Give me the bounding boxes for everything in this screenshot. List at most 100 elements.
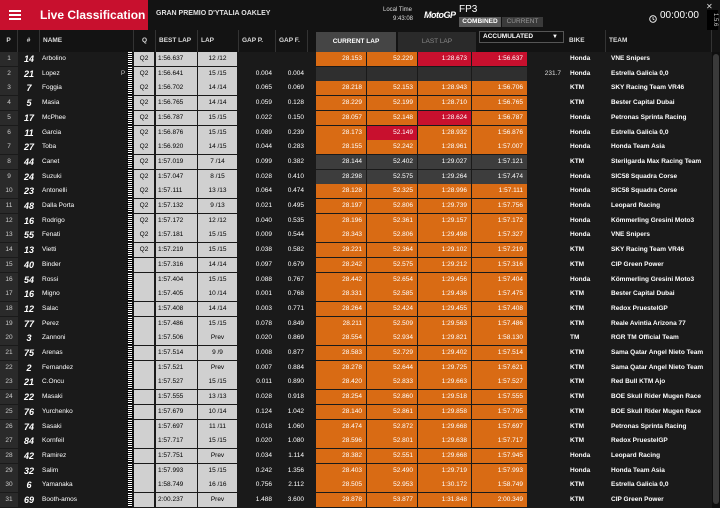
table-row[interactable]: 1 14 Arbolino Q2 1:56.637 12 /12 28.153 52.229 1…	[0, 52, 712, 67]
table-row[interactable]: 27 84 Kornfeil 1:57.717 15 /15 0.020 1.080 28.5…	[0, 434, 712, 450]
col-name[interactable]: NAME	[40, 30, 134, 52]
table-row[interactable]: 28 42 Ramirez 1:57.751 Prev 0.034 1.114 28.382 5…	[0, 448, 712, 464]
sector-2-cell: 52.242	[367, 140, 417, 155]
combined-toggle[interactable]: COMBINED	[459, 17, 501, 27]
table-row[interactable]: 19 77 Perez 1:57.486 15 /15 0.078 0.849 28.211 5…	[0, 316, 712, 332]
tab-last-lap[interactable]: LAST LAP	[398, 32, 476, 52]
status-dots-icon	[128, 199, 132, 213]
scrollbar-thumb[interactable]	[713, 54, 719, 504]
table-row[interactable]: 12 16 Rodrigo Q2 1:57.172 12 /12 0.040 0.535 28.…	[0, 213, 712, 229]
table-row[interactable]: 15 40 Binder 1:57.316 14 /14 0.097 0.679 28.242…	[0, 257, 712, 273]
sector-3-cell: 1:29.725	[418, 360, 471, 375]
gap-prev-cell: 0.008	[255, 349, 272, 356]
col-best-lap[interactable]: BEST LAP	[156, 30, 198, 52]
sector-2-cell: 52.872	[367, 419, 417, 434]
status-dots-icon	[128, 493, 132, 507]
qualifying-cell: Q2	[134, 140, 154, 155]
status-dots-icon	[128, 213, 132, 228]
sector-2-cell: 52.149	[367, 125, 417, 140]
status-dots-icon	[128, 125, 132, 140]
table-row[interactable]: 25 76 Yurchenko 1:57.679 10 /14 0.124 1.042 28.…	[0, 404, 712, 420]
accumulated-select[interactable]: ACCUMULATED ▼	[479, 31, 564, 43]
pit-flag: P	[120, 69, 126, 77]
table-row[interactable]: 18 12 Salac 1:57.408 14 /14 0.003 0.771 28.264 5…	[0, 301, 712, 317]
team-cell: SKY Racing Team VR46	[611, 246, 685, 254]
rider-number: 27	[23, 142, 34, 153]
table-row[interactable]: 3 7 Foggia Q2 1:56.702 14 /14 0.065 0.069 28.218…	[0, 81, 712, 97]
sector-1-cell: 28.128	[316, 184, 366, 199]
menu-icon[interactable]	[0, 0, 29, 30]
table-row[interactable]: 20 3 Zannoni 1:57.506 Prev 0.020 0.869 28.554 52…	[0, 331, 712, 347]
table-row[interactable]: 6 11 Garcia Q2 1:56.876 15 /15 0.089 0.239 28.17…	[0, 125, 712, 141]
speed-cell	[528, 375, 564, 389]
team-cell: VNE Snipers	[611, 55, 651, 62]
table-row[interactable]: 30 6 Yamanaka 1:58.749 16 /16 0.756 2.112 28.50…	[0, 478, 712, 494]
status-dots-icon	[128, 257, 132, 272]
sector-3-cell: 1:29.498	[418, 228, 471, 243]
best-lap-cell: 1:57.404	[156, 272, 197, 287]
team-cell: CIP Green Power	[611, 260, 664, 268]
col-bike[interactable]: BIKE	[566, 30, 606, 52]
table-row[interactable]: 4 5 Masia Q2 1:56.765 14 /14 0.059 0.128 28.229 5…	[0, 96, 712, 112]
col-team[interactable]: TEAM	[606, 30, 712, 52]
table-row[interactable]: 10 23 Antonelli Q2 1:57.111 13 /13 0.064 0.474 2…	[0, 184, 712, 200]
table-row[interactable]: 29 32 Salim 1:57.993 15 /15 0.242 1.356 28.403 5…	[0, 463, 712, 479]
tab-current-lap[interactable]: CURRENT LAP	[316, 32, 396, 52]
lap-cell: 15 /15	[198, 375, 237, 390]
table-row[interactable]: 31 69 Booth-amos 2:00.237 Prev 1.488 3.600 28.8…	[0, 493, 712, 508]
position-cell: 30	[0, 478, 18, 493]
gap-prev-cell: 0.065	[255, 84, 272, 92]
scrollbar[interactable]	[712, 52, 720, 508]
col-number[interactable]: #	[18, 30, 40, 52]
table-row[interactable]: 7 27 Toba Q2 1:56.920 14 /15 0.044 0.283 28.155 5…	[0, 140, 712, 156]
bike-cell: KTM	[570, 349, 585, 356]
table-row[interactable]: 2 21 Lopez P Q2 1:56.641 15 /15 0.004 0.004 231.7…	[0, 66, 712, 82]
team-cell: Leopard Racing	[611, 451, 661, 459]
gap-first-cell: 1.356	[287, 466, 304, 474]
table-row[interactable]: 17 16 Migno 1:57.405 10 /14 0.001 0.768 28.331 5…	[0, 287, 712, 303]
col-gap-p[interactable]: GAP P.	[239, 30, 276, 52]
table-row[interactable]: 24 22 Masaki 1:57.555 13 /13 0.028 0.918 28.254…	[0, 390, 712, 406]
table-row[interactable]: 16 54 Rossi 1:57.404 15 /15 0.088 0.767 28.442 5…	[0, 272, 712, 288]
sector-2-cell: 52.585	[367, 287, 417, 302]
current-toggle[interactable]: CURRENT	[502, 17, 543, 27]
table-row[interactable]: 14 13 Vietti Q2 1:57.219 15 /15 0.038 0.582 28.2…	[0, 243, 712, 259]
lap-cell: 12 /12	[198, 52, 237, 66]
col-gap-f[interactable]: GAP F.	[276, 30, 308, 52]
table-row[interactable]: 22 2 Fernandez 1:57.521 Prev 0.007 0.884 28.278…	[0, 360, 712, 376]
sector-1-cell: 28.420	[316, 375, 366, 390]
table-row[interactable]: 5 17 McPhee Q2 1:56.787 15 /15 0.022 0.150 28.05…	[0, 110, 712, 126]
sector-4-cell: 1:57.316	[472, 257, 527, 272]
pit-flag	[118, 214, 128, 228]
lap-cell: 15 /15	[198, 66, 237, 81]
table-row[interactable]: 21 75 Arenas 1:57.514 9 /9 0.008 0.877 28.583 52…	[0, 346, 712, 361]
pit-flag	[118, 346, 128, 360]
sector-3-cell: 1:29.402	[418, 346, 471, 360]
sector-4-cell: 1:56.876	[472, 125, 527, 140]
rider-number: 77	[23, 318, 34, 329]
sector-2-cell: 52.953	[367, 478, 417, 493]
table-row[interactable]: 23 21 C.Oncu 1:57.527 15 /15 0.011 0.890 28.420…	[0, 375, 712, 391]
col-q[interactable]: Q	[134, 30, 156, 52]
sector-1-cell: 28.155	[316, 140, 366, 155]
best-lap-cell: 1:57.111	[156, 184, 197, 199]
best-lap-cell: 1:57.521	[156, 360, 197, 375]
table-row[interactable]: 8 44 Canet Q2 1:57.019 7 /14 0.099 0.382 28.144 5…	[0, 154, 712, 170]
lap-cell: 15 /15	[198, 272, 237, 287]
col-position[interactable]: P	[0, 30, 18, 52]
sector-1-cell: 28.218	[316, 81, 366, 96]
sector-4-cell: 1:57.327	[472, 228, 527, 243]
lap-cell: 15 /15	[198, 434, 237, 449]
table-row[interactable]: 26 74 Sasaki 1:57.697 11 /11 0.018 1.060 28.474…	[0, 419, 712, 435]
table-row[interactable]: 9 24 Suzuki Q2 1:57.047 8 /15 0.028 0.410 28.298…	[0, 169, 712, 185]
page-title: Live Classification	[29, 0, 148, 30]
speed-cell	[528, 331, 564, 345]
sector-2-cell: 52.325	[367, 184, 417, 199]
table-row[interactable]: 11 48 Dalla Porta Q2 1:57.132 9 /13 0.021 0.495…	[0, 199, 712, 214]
team-cell: Estrella Galicia 0,0	[611, 69, 669, 77]
lap-cell: 15 /15	[198, 316, 237, 331]
gap-prev-cell: 1.488	[255, 496, 272, 503]
col-lap[interactable]: LAP	[198, 30, 239, 52]
lap-cell: 15 /15	[198, 228, 237, 243]
table-row[interactable]: 13 55 Fenati Q2 1:57.181 15 /15 0.009 0.544 28.3…	[0, 228, 712, 244]
